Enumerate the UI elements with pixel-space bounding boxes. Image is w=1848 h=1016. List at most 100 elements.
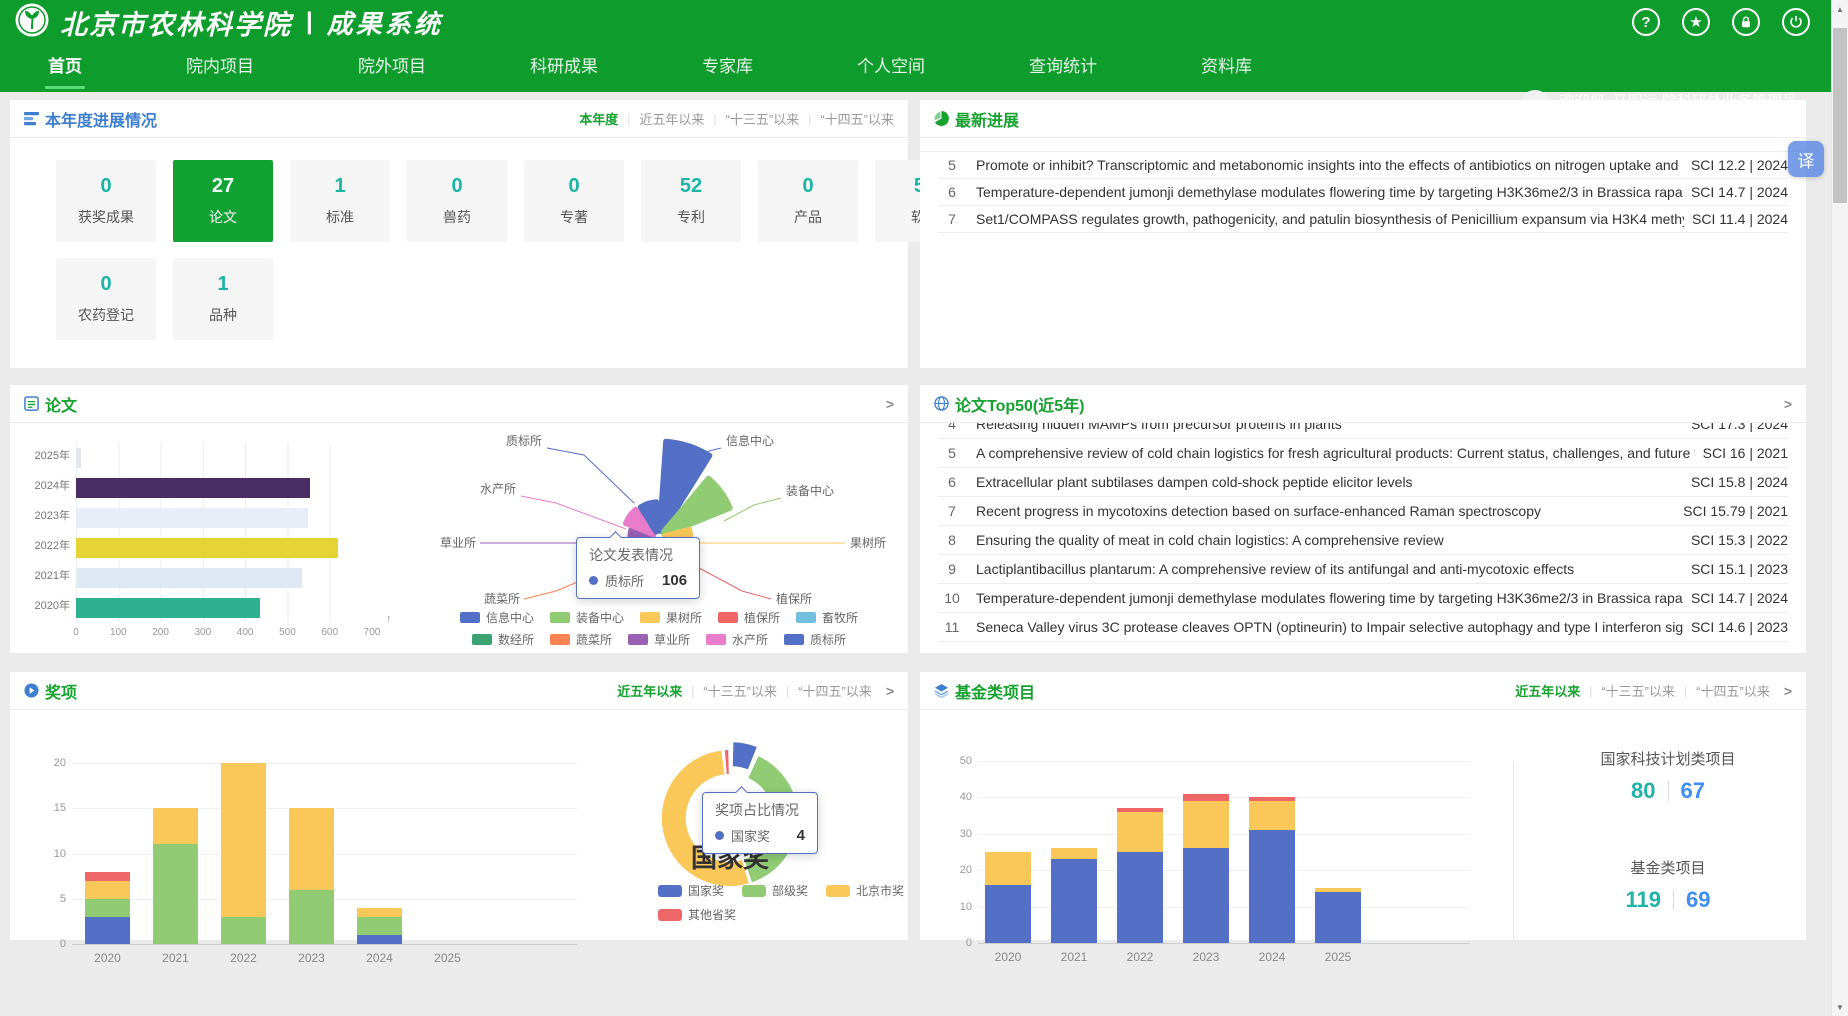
bar-segment-series-2023[interactable]: [1183, 801, 1229, 848]
bar-segment-部级奖-2024[interactable]: [357, 917, 402, 935]
list-item[interactable]: 11Seneca Valley virus 3C protease cleave…: [938, 613, 1788, 642]
bar-segment-国家奖-2024[interactable]: [357, 935, 402, 944]
list-item[interactable]: 7Set1/COMPASS regulates growth, pathogen…: [938, 206, 1788, 233]
bar-segment-series-2021[interactable]: [1051, 848, 1097, 859]
bar-segment-series-2023[interactable]: [1183, 794, 1229, 801]
legend-item-果树所[interactable]: 果树所: [640, 609, 702, 626]
list-item[interactable]: 8Ensuring the quality of meat in cold ch…: [938, 526, 1788, 555]
scroll-down-arrow-icon[interactable]: ▼: [1832, 999, 1848, 1015]
nav-item-院内项目[interactable]: 院内项目: [186, 44, 254, 92]
stat-card-农药登记[interactable]: 0农药登记: [56, 258, 156, 340]
stat-card-专利[interactable]: 52专利: [641, 160, 741, 242]
bar-segment-series-2021[interactable]: [1051, 859, 1097, 943]
legend-item-质标所[interactable]: 质标所: [784, 631, 846, 648]
list-item[interactable]: 4Releasing hidden MAMPs from precursor p…: [938, 423, 1788, 439]
bar-segment-series-2024[interactable]: [1249, 797, 1295, 801]
nav-item-科研成果[interactable]: 科研成果: [530, 44, 598, 92]
list-item[interactable]: 7Recent progress in mycotoxins detection…: [938, 497, 1788, 526]
nav-item-个人空间[interactable]: 个人空间: [857, 44, 925, 92]
bar-segment-部级奖-2021[interactable]: [153, 844, 198, 944]
bar-segment-series-2024[interactable]: [1249, 801, 1295, 830]
list-item[interactable]: 6Temperature-dependent jumonji demethyla…: [938, 179, 1788, 206]
bar-2021年[interactable]: [76, 568, 302, 588]
legend-item-信息中心[interactable]: 信息中心: [460, 609, 534, 626]
legend-item-草业所[interactable]: 草业所: [628, 631, 690, 648]
bar-segment-北京市奖-2020[interactable]: [85, 881, 130, 899]
bar-2023年[interactable]: [76, 508, 308, 528]
nav-item-首页[interactable]: 首页: [48, 44, 82, 92]
legend-item-水产所[interactable]: 水产所: [706, 631, 768, 648]
donut-slice-国家奖[interactable]: [733, 742, 757, 769]
stat-card-专著[interactable]: 0专著: [524, 160, 624, 242]
bar-segment-series-2023[interactable]: [1183, 848, 1229, 943]
scrollbar-thumb[interactable]: [1833, 28, 1847, 203]
power-icon[interactable]: [1782, 8, 1810, 36]
bar-segment-series-2020[interactable]: [985, 885, 1031, 943]
awards-more-chevron[interactable]: >: [886, 683, 894, 699]
list-item[interactable]: 10Temperature-dependent jumonji demethyl…: [938, 584, 1788, 613]
top50-more-chevron[interactable]: >: [1784, 396, 1792, 412]
lock-icon[interactable]: [1732, 8, 1760, 36]
legend-item-装备中心[interactable]: 装备中心: [550, 609, 624, 626]
stat-card-品种[interactable]: 1品种: [173, 258, 273, 340]
bar-segment-series-2022[interactable]: [1117, 812, 1163, 852]
papers-more-chevron[interactable]: >: [886, 396, 894, 412]
stat-card-标准[interactable]: 1标准: [290, 160, 390, 242]
nav-item-院外项目[interactable]: 院外项目: [358, 44, 426, 92]
nav-item-查询统计[interactable]: 查询统计: [1029, 44, 1097, 92]
favorite-icon[interactable]: ★: [1682, 8, 1710, 36]
tab-近五年以来[interactable]: 近五年以来: [1515, 681, 1580, 700]
legend-item-国家奖[interactable]: 国家奖: [658, 882, 724, 899]
tab-“十三五”以来[interactable]: “十三五”以来: [1601, 681, 1675, 700]
list-item[interactable]: 9Lactiplantibacillus plantarum: A compre…: [938, 555, 1788, 584]
tab-“十四五”以来[interactable]: “十四五”以来: [798, 681, 872, 700]
scroll-up-arrow-icon[interactable]: ▲: [1832, 1, 1848, 17]
help-icon[interactable]: ?: [1632, 8, 1660, 36]
legend-item-数经所[interactable]: 数经所: [472, 631, 534, 648]
bar-2025年[interactable]: [76, 448, 81, 468]
stat-card-产品[interactable]: 0产品: [758, 160, 858, 242]
translate-button[interactable]: 译: [1788, 141, 1824, 177]
bar-segment-部级奖-2020[interactable]: [85, 899, 130, 917]
stat-card-论文[interactable]: 27论文: [173, 160, 273, 242]
tab-“十四五”以来[interactable]: “十四五”以来: [820, 109, 894, 128]
tab-“十三五”以来[interactable]: “十三五”以来: [726, 109, 800, 128]
tab-“十四五”以来[interactable]: “十四五”以来: [1696, 681, 1770, 700]
bar-2024年[interactable]: [76, 478, 310, 498]
legend-item-蔬菜所[interactable]: 蔬菜所: [550, 631, 612, 648]
bar-2022年[interactable]: [76, 538, 338, 558]
tab-“十三五”以来[interactable]: “十三五”以来: [703, 681, 777, 700]
bar-segment-北京市奖-2023[interactable]: [289, 808, 334, 889]
bar-segment-series-2025[interactable]: [1315, 892, 1361, 943]
bar-segment-其他省奖-2020[interactable]: [85, 872, 130, 881]
bar-segment-部级奖-2022[interactable]: [221, 917, 266, 944]
bar-segment-series-2022[interactable]: [1117, 852, 1163, 943]
tab-本年度[interactable]: 本年度: [579, 109, 618, 128]
donut-slice-其他省奖[interactable]: [725, 750, 729, 774]
legend-item-植保所[interactable]: 植保所: [718, 609, 780, 626]
bar-segment-series-2020[interactable]: [985, 852, 1031, 885]
stat-card-获奖成果[interactable]: 0获奖成果: [56, 160, 156, 242]
legend-item-部级奖[interactable]: 部级奖: [742, 882, 808, 899]
bar-segment-北京市奖-2022[interactable]: [221, 763, 266, 917]
list-item[interactable]: 5A comprehensive review of cold chain lo…: [938, 439, 1788, 468]
page-scrollbar[interactable]: ▲ ▼: [1831, 0, 1848, 1016]
legend-item-其他省奖[interactable]: 其他省奖: [658, 906, 736, 923]
funds-more-chevron[interactable]: >: [1784, 683, 1792, 699]
bar-segment-北京市奖-2021[interactable]: [153, 808, 198, 844]
bar-segment-series-2025[interactable]: [1315, 888, 1361, 892]
nav-item-资料库[interactable]: 资料库: [1201, 44, 1252, 92]
bar-2020年[interactable]: [76, 598, 260, 618]
list-item[interactable]: 5Promote or inhibit? Transcriptomic and …: [938, 152, 1788, 179]
bar-segment-北京市奖-2024[interactable]: [357, 908, 402, 917]
legend-item-北京市奖[interactable]: 北京市奖: [826, 882, 904, 899]
tab-近五年以来[interactable]: 近五年以来: [639, 109, 704, 128]
list-item[interactable]: 6Extracellular plant subtilases dampen c…: [938, 468, 1788, 497]
bar-segment-series-2022[interactable]: [1117, 808, 1163, 812]
stat-card-兽药[interactable]: 0兽药: [407, 160, 507, 242]
bar-segment-国家奖-2020[interactable]: [85, 917, 130, 944]
bar-segment-部级奖-2023[interactable]: [289, 890, 334, 944]
nav-item-专家库[interactable]: 专家库: [702, 44, 753, 92]
legend-item-畜牧所[interactable]: 畜牧所: [796, 609, 858, 626]
bar-segment-series-2024[interactable]: [1249, 830, 1295, 943]
